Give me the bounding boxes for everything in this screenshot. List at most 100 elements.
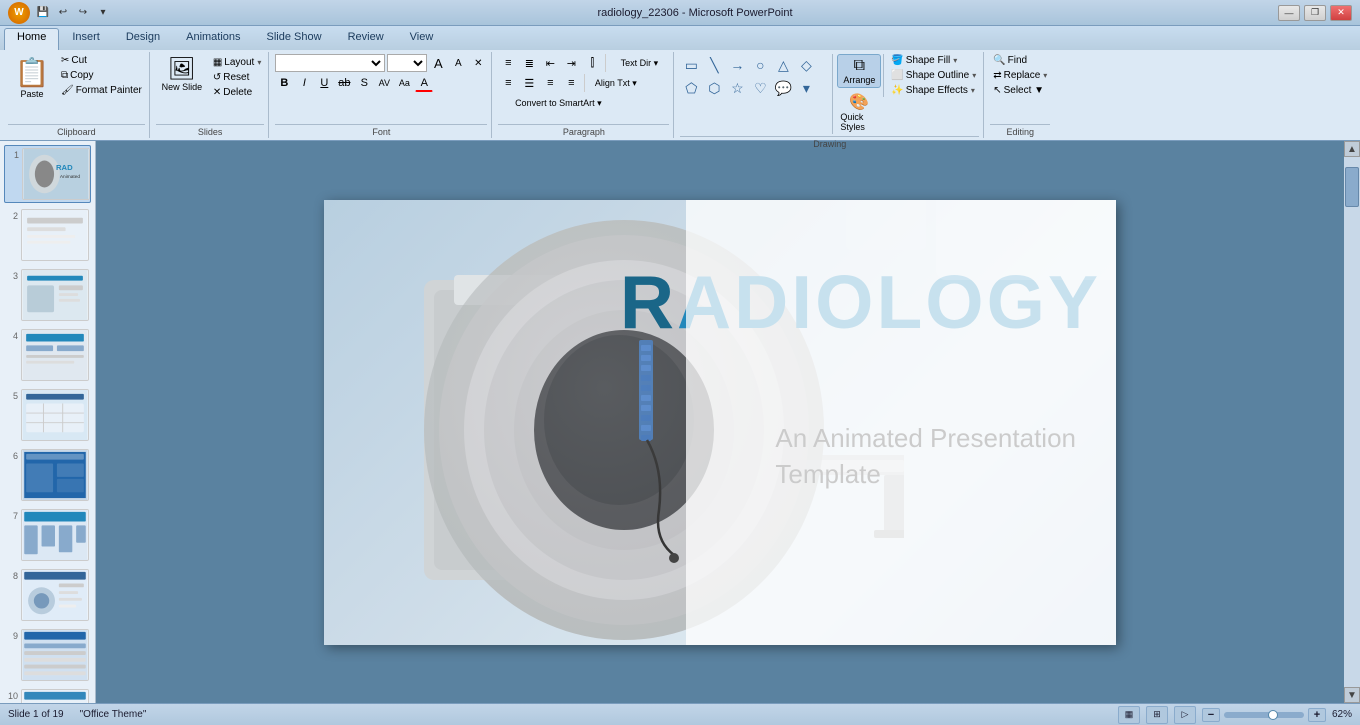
convert-smartart-button[interactable]: Convert to SmartArt ▾ — [498, 94, 618, 112]
shadow-button[interactable]: S — [355, 74, 373, 92]
slide-thumb-10[interactable]: 10 — [4, 687, 91, 703]
tab-insert[interactable]: Insert — [59, 28, 113, 50]
select-button[interactable]: ↖ Select ▼ — [990, 84, 1047, 97]
align-center-button[interactable]: ☰ — [519, 74, 539, 92]
slideshow-button[interactable]: ▷ — [1174, 706, 1196, 724]
paragraph-group: ≡ ≣ ⇤ ⇥ ⫿ Text Dir ▾ ≡ ☰ ≡ ≡ Align Txt ▾ — [494, 52, 674, 138]
font-family-select[interactable] — [275, 54, 385, 72]
justify-button[interactable]: ≡ — [561, 74, 581, 92]
clear-formatting-button[interactable]: ✕ — [469, 54, 487, 72]
font-size-select[interactable] — [387, 54, 427, 72]
columns-button[interactable]: ⫿ — [582, 54, 602, 72]
slide-count: Slide 1 of 19 — [8, 709, 64, 720]
white-panel — [686, 200, 1116, 645]
slide-thumb-9[interactable]: 9 — [4, 627, 91, 683]
zoom-thumb[interactable] — [1268, 710, 1278, 720]
shape-arrow[interactable]: → — [726, 54, 748, 76]
slides-group: 🖼 New Slide ▦ Layout ▾ ↺ Reset — [152, 52, 270, 138]
slide-thumb-2[interactable]: 2 — [4, 207, 91, 263]
shape-heart[interactable]: ♡ — [749, 77, 771, 99]
shape-outline-button[interactable]: ⬜ Shape Outline ▾ — [888, 69, 979, 82]
tab-animations[interactable]: Animations — [173, 28, 253, 50]
delete-button[interactable]: ✕ Delete — [210, 86, 265, 99]
font-color-button[interactable]: A — [415, 74, 433, 92]
minimize-button[interactable]: — — [1278, 5, 1300, 21]
format-painter-button[interactable]: 🖌 Format Painter — [58, 84, 145, 97]
tab-review[interactable]: Review — [335, 28, 397, 50]
case-button[interactable]: Aa — [395, 74, 413, 92]
find-icon: 🔍 — [993, 55, 1005, 66]
align-left-button[interactable]: ≡ — [498, 74, 518, 92]
window-controls: — ❐ ✕ — [1278, 5, 1352, 21]
slide-thumb-8[interactable]: 8 — [4, 567, 91, 623]
zoom-in-button[interactable]: + — [1308, 708, 1326, 722]
shape-oval[interactable]: ○ — [749, 54, 771, 76]
underline-button[interactable]: U — [315, 74, 333, 92]
shape-hexagon[interactable]: ⬡ — [703, 77, 725, 99]
shape-triangle[interactable]: △ — [772, 54, 794, 76]
shape-pentagon[interactable]: ⬠ — [680, 77, 702, 99]
quick-styles-button[interactable]: 🎨 Quick Styles — [837, 90, 881, 134]
customize-quick-access[interactable]: ▾ — [94, 4, 112, 22]
replace-button[interactable]: ⇄ Replace ▾ — [990, 69, 1050, 82]
decrease-indent-button[interactable]: ⇤ — [540, 54, 560, 72]
shape-fill-button[interactable]: 🪣 Shape Fill ▾ — [888, 54, 979, 67]
scroll-down-button[interactable]: ▼ — [1344, 687, 1360, 703]
align-right-button[interactable]: ≡ — [540, 74, 560, 92]
increase-font-size-button[interactable]: A — [429, 54, 447, 72]
slide-thumb-6[interactable]: 6 — [4, 447, 91, 503]
find-button[interactable]: 🔍 Find — [990, 54, 1030, 67]
ribbon-content: 📋 Paste ✂ Cut ⧉ Copy 🖌 Format Painter — [0, 50, 1360, 140]
bold-button[interactable]: B — [275, 74, 293, 92]
align-text-button[interactable]: Align Txt ▾ — [588, 74, 643, 92]
restore-button[interactable]: ❐ — [1304, 5, 1326, 21]
shape-rectangle[interactable]: ▭ — [680, 54, 702, 76]
save-button[interactable]: 💾 — [34, 4, 52, 22]
clipboard-group: 📋 Paste ✂ Cut ⧉ Copy 🖌 Format Painter — [4, 52, 150, 138]
shape-star[interactable]: ☆ — [726, 77, 748, 99]
slide-canvas[interactable]: RADIOLOGY An Animated Presentation Templ… — [324, 200, 1116, 645]
italic-button[interactable]: I — [295, 74, 313, 92]
text-direction-button[interactable]: Text Dir ▾ — [609, 54, 669, 72]
shape-diamond[interactable]: ◇ — [795, 54, 817, 76]
replace-icon: ⇄ — [993, 70, 1001, 81]
shape-effects-button[interactable]: ✨ Shape Effects ▾ — [888, 84, 979, 97]
redo-button[interactable]: ↪ — [74, 4, 92, 22]
tab-view[interactable]: View — [397, 28, 447, 50]
office-logo[interactable]: W — [8, 2, 30, 24]
cut-button[interactable]: ✂ Cut — [58, 54, 145, 67]
strikethrough-button[interactable]: ab — [335, 74, 353, 92]
new-slide-button[interactable]: 🖼 New Slide — [156, 54, 208, 94]
scroll-up-button[interactable]: ▲ — [1344, 141, 1360, 157]
numbering-button[interactable]: ≣ — [519, 54, 539, 72]
slide-thumb-3[interactable]: 3 — [4, 267, 91, 323]
slide-thumb-4[interactable]: 4 — [4, 327, 91, 383]
tab-home[interactable]: Home — [4, 28, 59, 50]
shape-callout[interactable]: 💬 — [772, 77, 794, 99]
slide-thumb-7[interactable]: 7 — [4, 507, 91, 563]
paste-button[interactable]: 📋 Paste — [8, 54, 56, 101]
tab-design[interactable]: Design — [113, 28, 173, 50]
reset-button[interactable]: ↺ Reset — [210, 71, 265, 84]
shape-effects-icon: ✨ — [891, 85, 903, 96]
arrange-button[interactable]: ⧉ Arrange — [837, 54, 881, 88]
slide-thumb-5[interactable]: 5 — [4, 387, 91, 443]
tab-slideshow[interactable]: Slide Show — [254, 28, 335, 50]
close-button[interactable]: ✕ — [1330, 5, 1352, 21]
layout-button[interactable]: ▦ Layout ▾ — [210, 56, 265, 69]
decrease-font-size-button[interactable]: A — [449, 54, 467, 72]
char-spacing-button[interactable]: AV — [375, 74, 393, 92]
copy-button[interactable]: ⧉ Copy — [58, 69, 145, 82]
slide-sorter-button[interactable]: ⊞ — [1146, 706, 1168, 724]
bullets-button[interactable]: ≡ — [498, 54, 518, 72]
slide-thumb-1[interactable]: 1 RAD Animated — [4, 145, 91, 203]
normal-view-button[interactable]: ▦ — [1118, 706, 1140, 724]
undo-button[interactable]: ↩ — [54, 4, 72, 22]
zoom-out-button[interactable]: − — [1202, 708, 1220, 722]
scroll-thumb[interactable] — [1345, 167, 1359, 207]
new-slide-icon: 🖼 — [168, 56, 196, 82]
increase-indent-button[interactable]: ⇥ — [561, 54, 581, 72]
zoom-track[interactable] — [1224, 712, 1304, 718]
shape-more[interactable]: ▾ — [795, 77, 817, 99]
shape-line[interactable]: ╲ — [703, 54, 725, 76]
